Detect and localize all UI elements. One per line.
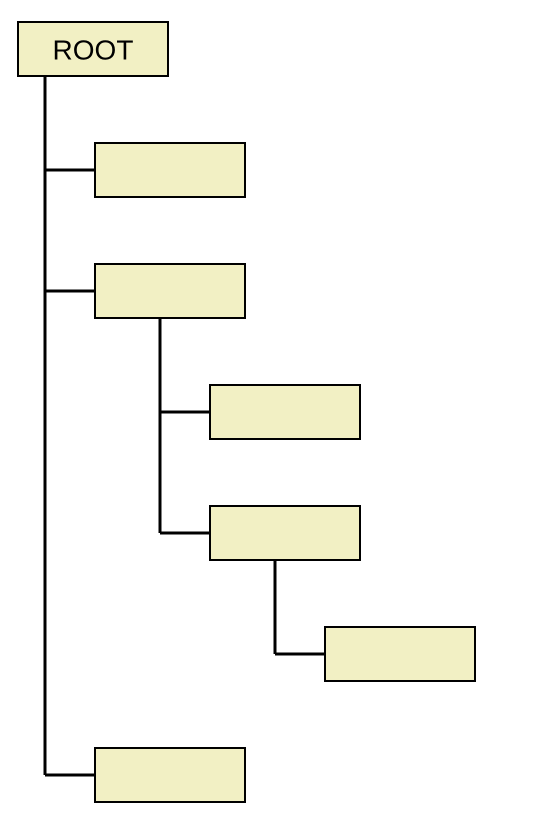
tree-node-n1 [95, 143, 245, 197]
tree-node-n5 [325, 627, 475, 681]
tree-node-n6 [95, 748, 245, 802]
tree-node-n3 [210, 385, 360, 439]
tree-node-n4 [210, 506, 360, 560]
tree-node-root-label: ROOT [53, 35, 134, 66]
tree-node-root: ROOT [18, 22, 168, 76]
tree-diagram: ROOT [0, 0, 553, 837]
tree-node-n2 [95, 264, 245, 318]
